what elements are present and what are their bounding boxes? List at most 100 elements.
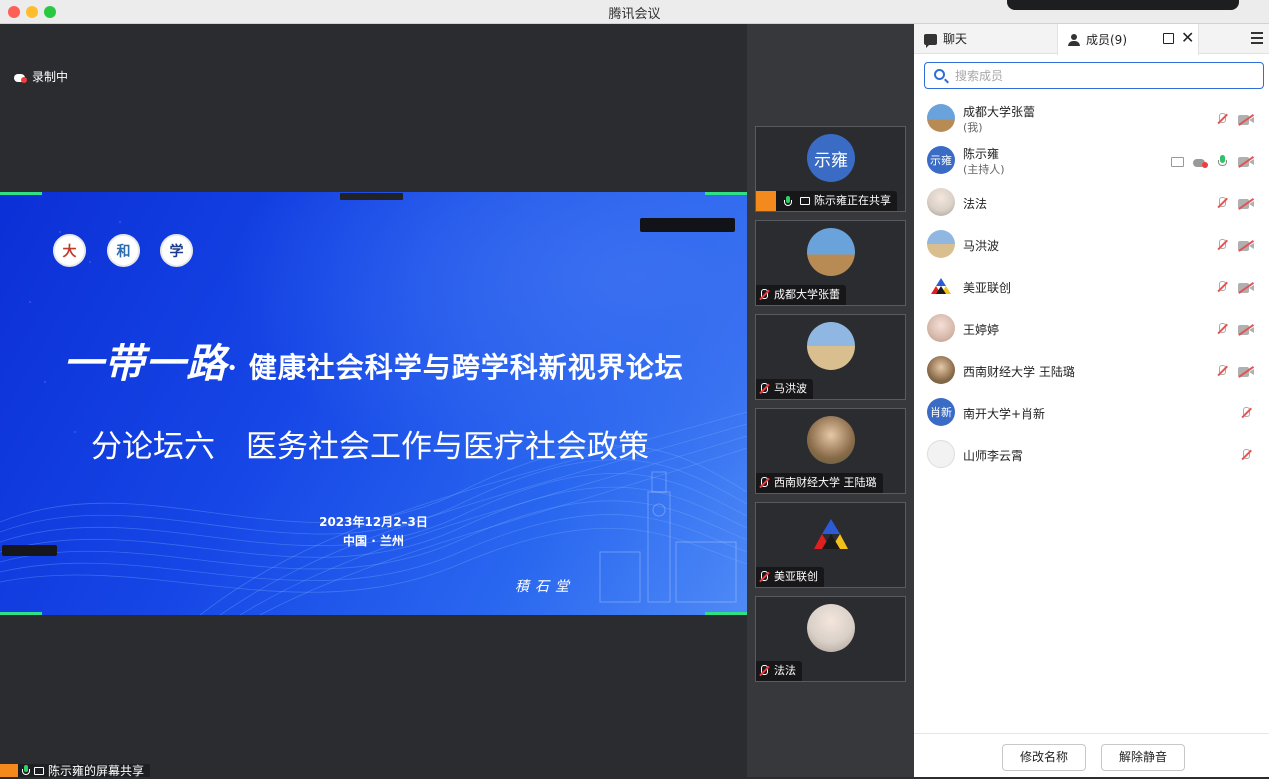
popout-icon[interactable]: [1163, 33, 1174, 44]
panel-footer: 修改名称 解除静音: [914, 733, 1269, 777]
tab-members-label: 成员(9): [1086, 32, 1127, 47]
screen-share-label: 陈示雍的屏幕共享: [0, 764, 151, 778]
member-row[interactable]: 马洪波: [914, 224, 1269, 266]
tile-name-bar: 马洪波: [756, 379, 813, 399]
member-row[interactable]: 肖新 南开大学+肖新: [914, 392, 1269, 434]
camera-off-icon[interactable]: [1238, 115, 1254, 125]
mic-muted-icon: [758, 571, 770, 583]
mic-muted-icon[interactable]: [1216, 281, 1228, 294]
university-logo: 学: [160, 234, 193, 267]
tile-name: 美亚联创: [774, 570, 818, 583]
tile-name-bar: 西南财经大学 王陆璐: [756, 473, 883, 493]
mic-muted-icon[interactable]: [1216, 197, 1228, 210]
member-role: (主持人): [963, 163, 1005, 176]
menu-icon[interactable]: [1251, 32, 1263, 47]
mic-muted-icon[interactable]: [1216, 239, 1228, 252]
member-name: 美亚联创: [963, 281, 1012, 295]
shared-screen[interactable]: 大 和 学 一带一路· 健康社会科学与跨学科新视界论坛 分论坛六 医务社会工作与…: [0, 192, 747, 615]
tile-name: 法法: [774, 664, 796, 677]
tab-chat-label: 聊天: [943, 32, 968, 46]
presenter-mini-panel[interactable]: [640, 218, 735, 232]
slide-place: 中国 · 兰州: [343, 534, 404, 548]
mic-on-icon: [22, 765, 30, 776]
video-gallery: 示雍 陈示雍正在共享 成都大学张蕾 马洪波 西南财经大学 王陆璐 美亚联创 法法: [747, 24, 914, 777]
mic-muted-icon[interactable]: [1216, 323, 1228, 336]
avatar: [807, 416, 855, 464]
member-row[interactable]: 法法: [914, 182, 1269, 224]
video-tile[interactable]: 美亚联创: [755, 502, 906, 588]
search-field[interactable]: [924, 62, 1264, 89]
meeting-window: 腾讯会议 录制中 大 和 学 一带一路· 健康社会科学与跨学科新视界论坛 分论坛…: [0, 0, 1269, 778]
mic-muted-icon: [758, 383, 770, 395]
tile-name: 马洪波: [774, 382, 807, 395]
video-tile[interactable]: 马洪波: [755, 314, 906, 400]
video-tile[interactable]: 成都大学张蕾: [755, 220, 906, 306]
avatar: [807, 322, 855, 370]
share-frame-corner: [0, 192, 42, 195]
mic-muted-icon[interactable]: [1216, 113, 1228, 126]
member-row[interactable]: 西南财经大学 王陆璐: [914, 350, 1269, 392]
camera-off-icon[interactable]: [1238, 157, 1254, 167]
member-name: 王婷婷: [963, 323, 1000, 337]
video-tile[interactable]: 法法: [755, 596, 906, 682]
mic-muted-icon: [758, 665, 770, 677]
search-input[interactable]: [955, 67, 1245, 85]
company-logo-icon: [814, 519, 848, 549]
slide-title-prefix: 一带一路: [63, 340, 228, 387]
member-row[interactable]: 山师李云霄: [914, 434, 1269, 476]
avatar: [927, 188, 955, 216]
mic-muted-icon[interactable]: [1240, 407, 1252, 420]
cloud-record-icon: [1193, 157, 1208, 168]
slide-calligraphy: 積石堂: [515, 579, 575, 595]
tile-name-bar: 成都大学张蕾: [756, 285, 846, 305]
screen-share-icon: [34, 766, 44, 775]
avatar: [807, 228, 855, 276]
member-row[interactable]: 王婷婷: [914, 308, 1269, 350]
screen-share-icon: [1171, 157, 1184, 167]
avatar: [807, 604, 855, 652]
camera-off-icon[interactable]: [1238, 241, 1254, 251]
member-row[interactable]: 示雍 陈示雍 (主持人): [914, 140, 1269, 182]
mic-muted-icon[interactable]: [1240, 449, 1252, 462]
tile-name-bar: 美亚联创: [756, 567, 824, 587]
member-row[interactable]: 美亚联创: [914, 266, 1269, 308]
tab-chat[interactable]: 聊天: [924, 24, 1056, 54]
mic-muted-icon[interactable]: [1216, 365, 1228, 378]
tab-members[interactable]: 成员(9): [1057, 24, 1199, 55]
avatar: 示雍: [807, 134, 855, 182]
video-tile[interactable]: 示雍 陈示雍正在共享: [755, 126, 906, 212]
avatar: [927, 230, 955, 258]
presenter-mini-toolbar[interactable]: [340, 193, 403, 200]
mic-muted-icon: [758, 289, 770, 301]
mic-muted-icon: [758, 477, 770, 489]
members-panel: 聊天 成员(9) ✕ 成都大学张蕾 (我) 示雍 陈: [914, 24, 1269, 777]
camera-off-icon[interactable]: [1238, 325, 1254, 335]
avatar: [927, 356, 955, 384]
camera-off-icon[interactable]: [1238, 367, 1254, 377]
slide-subtitle: 分论坛六 医务社会工作与医疗社会政策: [91, 429, 649, 465]
company-logo-icon: [927, 272, 955, 300]
member-row[interactable]: 成都大学张蕾 (我): [914, 98, 1269, 140]
panel-tabs: 聊天 成员(9) ✕: [914, 24, 1269, 55]
university-logo: 和: [107, 234, 140, 267]
member-name: 法法: [963, 197, 988, 211]
presenter-icon: [0, 764, 18, 777]
camera-off-icon[interactable]: [1238, 283, 1254, 293]
avatar: 示雍: [927, 146, 955, 174]
unmute-button[interactable]: 解除静音: [1101, 744, 1185, 771]
member-name: 南开大学+肖新: [963, 407, 1046, 421]
video-tile[interactable]: 西南财经大学 王陆璐: [755, 408, 906, 494]
camera-off-icon[interactable]: [1238, 199, 1254, 209]
member-name: 马洪波: [963, 239, 1000, 253]
share-frame-corner: [705, 612, 747, 615]
floating-toolbar[interactable]: [1007, 0, 1239, 10]
member-name: 山师李云霄: [963, 449, 1024, 463]
close-icon[interactable]: ✕: [1181, 29, 1194, 47]
member-name: 成都大学张蕾: [963, 105, 1036, 119]
mic-on-icon[interactable]: [1218, 155, 1228, 168]
recording-indicator[interactable]: 录制中: [14, 68, 68, 85]
screen-share-owner: 陈示雍的屏幕共享: [48, 764, 145, 778]
rename-button[interactable]: 修改名称: [1002, 744, 1086, 771]
tile-name: 成都大学张蕾: [774, 288, 840, 301]
chat-icon: [924, 33, 937, 48]
